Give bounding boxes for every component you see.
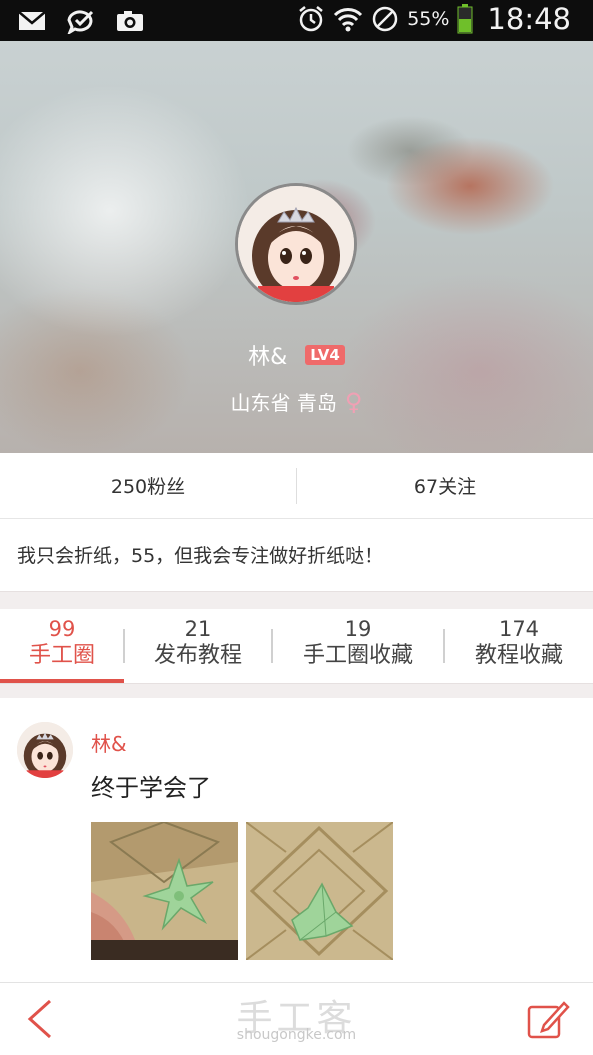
no-signal-icon: [372, 6, 398, 32]
avatar[interactable]: [235, 183, 357, 305]
tab-count: 99: [48, 617, 76, 641]
post-image[interactable]: [91, 822, 238, 960]
bio-section: 我只会折纸，55，但我会专注做好折纸哒！: [0, 519, 593, 591]
status-bar: 55% 18:48: [0, 0, 593, 41]
mail-icon: [18, 11, 46, 30]
bio-text: 我只会折纸，55，但我会专注做好折纸哒！: [17, 545, 384, 567]
profile-header: 林& LV4 山东省 青岛 ♀: [0, 41, 593, 453]
message-check-icon: [67, 10, 94, 34]
tab-count: 174: [498, 617, 540, 641]
battery-percent: 55%: [407, 8, 450, 30]
section-gap: [0, 591, 593, 610]
profile-tabs: 99 手工圈 21 发布教程 19 手工圈收藏 174 教程收藏: [0, 609, 593, 683]
edit-icon[interactable]: [526, 999, 570, 1039]
watermark-domain: shougongke.com: [236, 1027, 357, 1043]
level-badge: LV4: [305, 345, 345, 365]
avatar-image: [17, 722, 73, 778]
tab-label: 教程收藏: [474, 643, 563, 668]
post-image[interactable]: [246, 822, 393, 960]
following-count[interactable]: 67关注: [297, 472, 593, 499]
post-author[interactable]: 林&: [91, 728, 127, 757]
tab-tutorial-favorites[interactable]: 174 教程收藏: [445, 609, 593, 683]
tab-count: 21: [184, 617, 212, 641]
tab-count: 19: [344, 617, 372, 641]
avatar-image: [238, 186, 354, 302]
post-avatar[interactable]: [17, 722, 73, 778]
origami-photo: [246, 822, 393, 960]
tab-label: 手工圈: [28, 643, 95, 668]
battery-icon: [457, 4, 473, 34]
wifi-icon: [334, 8, 363, 32]
section-gap: [0, 683, 593, 698]
tab-circle-favorites[interactable]: 19 手工圈收藏: [273, 609, 443, 683]
tab-handcraft-circle[interactable]: 99 手工圈: [0, 609, 124, 683]
post-card[interactable]: 林& 终于学会了: [0, 698, 593, 980]
post-text: 终于学会了: [91, 774, 211, 802]
alarm-clock-icon: [299, 6, 323, 32]
tab-label: 发布教程: [153, 643, 242, 668]
female-icon: ♀: [344, 387, 363, 416]
camera-icon: [117, 11, 143, 31]
tab-label: 手工圈收藏: [302, 643, 413, 668]
bottom-bar: 手工客 shougongke.com: [0, 982, 593, 1055]
stats-bar: 250粉丝 67关注: [0, 453, 593, 519]
location: 山东省 青岛: [230, 391, 337, 415]
profile-name: 林&: [248, 345, 288, 370]
fans-count[interactable]: 250粉丝: [0, 472, 296, 499]
origami-photo: [91, 822, 238, 960]
clock: 18:48: [487, 2, 571, 36]
tab-published-tutorials[interactable]: 21 发布教程: [125, 609, 271, 683]
